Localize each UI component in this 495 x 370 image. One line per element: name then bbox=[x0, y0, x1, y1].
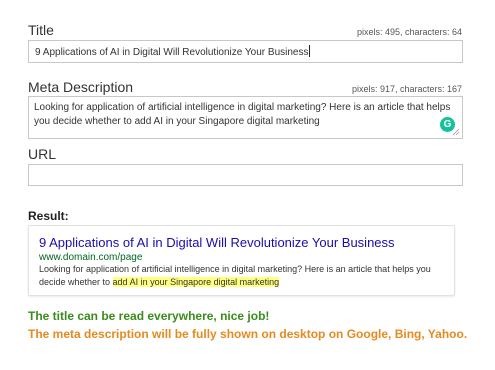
meta-description-label: Meta Description bbox=[28, 79, 134, 95]
title-input-value: 9 Applications of AI in Digital Will Rev… bbox=[35, 47, 309, 58]
title-status-message: The title can be read everywhere, nice j… bbox=[28, 309, 270, 323]
meta-description-value: Looking for application of artificial in… bbox=[34, 102, 451, 127]
title-label: Title bbox=[28, 22, 54, 38]
serp-title[interactable]: 9 Applications of AI in Digital Will Rev… bbox=[39, 235, 395, 250]
title-input[interactable]: 9 Applications of AI in Digital Will Rev… bbox=[28, 40, 463, 63]
result-heading: Result: bbox=[28, 209, 69, 223]
grammarly-icon-letter: G bbox=[443, 118, 452, 130]
serp-preview-card: 9 Applications of AI in Digital Will Rev… bbox=[28, 225, 455, 296]
meta-description-textarea[interactable]: Looking for application of artificial in… bbox=[28, 96, 463, 139]
serp-description-highlight: add AI in your Singapore digital marketi… bbox=[112, 277, 280, 287]
serp-url: www.domain.com/page bbox=[39, 252, 143, 263]
url-label: URL bbox=[28, 146, 57, 162]
url-input[interactable] bbox=[28, 164, 463, 186]
title-pixels-counter: pixels: 495, characters: 64 bbox=[356, 27, 462, 37]
text-caret bbox=[309, 45, 311, 57]
meta-pixels-counter: pixels: 917, characters: 167 bbox=[351, 84, 462, 94]
serp-description: Looking for application of artificial in… bbox=[39, 263, 447, 289]
resize-grip-icon[interactable] bbox=[452, 128, 460, 136]
meta-status-message: The meta description will be fully shown… bbox=[28, 327, 468, 341]
